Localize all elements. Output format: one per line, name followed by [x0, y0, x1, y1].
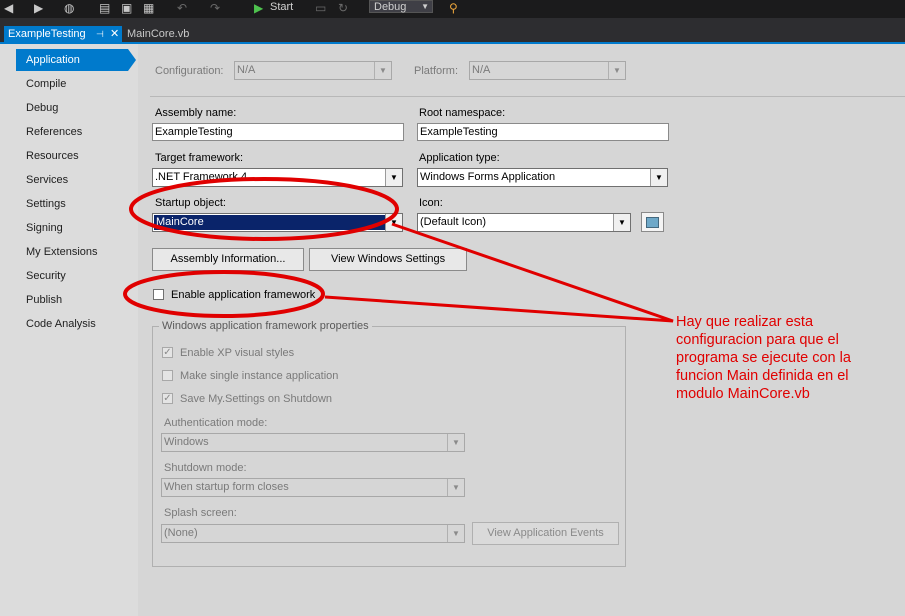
nav-item-debug[interactable]: Debug [26, 100, 58, 116]
assembly-name-input[interactable]: ExampleTesting [152, 123, 404, 141]
root-namespace-label: Root namespace: [419, 107, 506, 119]
splash-screen-label: Splash screen: [164, 507, 237, 519]
solution-configuration-dropdown[interactable]: Debug ▼ [369, 0, 433, 13]
splash-screen-value: (None) [164, 527, 198, 539]
application-type-label: Application type: [419, 152, 500, 164]
configuration-label: Configuration: [155, 65, 224, 77]
tab-exampletesting[interactable]: ExampleTesting ⊣ ✕ [4, 26, 122, 42]
redo-icon[interactable]: ↷ [210, 1, 220, 15]
shutdown-mode-dropdown: When startup form closes ▼ [161, 478, 465, 497]
target-framework-dropdown[interactable]: .NET Framework 4 ▼ [152, 168, 403, 187]
framework-properties-title: Windows application framework properties [159, 320, 372, 333]
authentication-mode-value: Windows [164, 436, 209, 448]
single-instance-label: Make single instance application [180, 370, 339, 382]
splash-screen-dropdown: (None) ▼ [161, 524, 465, 543]
chevron-down-icon: ▼ [374, 62, 391, 79]
shutdown-mode-value: When startup form closes [164, 481, 289, 493]
icon-value: (Default Icon) [420, 216, 487, 228]
shutdown-mode-label: Shutdown mode: [164, 462, 247, 474]
start-icon[interactable]: ▶ [254, 1, 263, 15]
chevron-down-icon: ▼ [608, 62, 625, 79]
annotation-note: Hay que realizar esta configuracion para… [676, 314, 851, 402]
attach-icon[interactable]: ▭ [315, 1, 326, 15]
target-framework-value: .NET Framework 4 [155, 171, 248, 183]
open-folder-icon[interactable]: ▤ [99, 1, 110, 15]
nav-item-compile[interactable]: Compile [26, 76, 66, 92]
chevron-down-icon: ▼ [650, 169, 667, 186]
nav-item-label: Application [26, 54, 80, 66]
nav-item-code-analysis[interactable]: Code Analysis [26, 316, 96, 332]
pin-icon[interactable]: ⊣ [96, 26, 104, 42]
find-icon[interactable]: ⚲ [449, 1, 458, 15]
chevron-down-icon: ▼ [385, 214, 402, 231]
window-icon [646, 217, 659, 228]
platform-value: N/A [472, 64, 491, 76]
authentication-mode-dropdown: Windows ▼ [161, 433, 465, 452]
nav-item-publish[interactable]: Publish [26, 292, 62, 308]
nav-item-references[interactable]: References [26, 124, 82, 140]
application-icon-preview [641, 212, 664, 232]
view-windows-settings-button[interactable]: View Windows Settings [309, 248, 467, 271]
target-framework-label: Target framework: [155, 152, 244, 164]
platform-dropdown: N/A ▼ [469, 61, 626, 80]
nav-item-signing[interactable]: Signing [26, 220, 63, 236]
enable-application-framework-checkbox[interactable] [153, 289, 164, 300]
nav-item-my-extensions[interactable]: My Extensions [26, 244, 98, 260]
toolbar: ◀ ▶ ◍ ▤ ▣ ▦ ↶ ↷ ▶ Start ▭ ↻ Debug ▼ ⚲ [0, 0, 905, 18]
refresh-icon[interactable]: ↻ [338, 1, 348, 15]
undo-icon[interactable]: ↶ [177, 1, 187, 15]
startup-object-dropdown[interactable]: MainCore ▼ [152, 213, 403, 232]
startup-object-label: Startup object: [155, 197, 226, 209]
chevron-down-icon: ▼ [613, 214, 630, 231]
root-namespace-input[interactable]: ExampleTesting [417, 123, 669, 141]
xp-visual-styles-checkbox: ✓ [162, 347, 173, 358]
icon-dropdown[interactable]: (Default Icon) ▼ [417, 213, 631, 232]
chevron-down-icon: ▼ [447, 525, 464, 542]
close-icon[interactable]: ✕ [110, 26, 119, 42]
startup-object-value: MainCore [154, 215, 386, 230]
configuration-value: N/A [237, 64, 256, 76]
start-button[interactable]: Start [270, 0, 293, 14]
view-application-events-button: View Application Events [472, 522, 619, 545]
chevron-down-icon: ▼ [421, 2, 429, 11]
application-type-dropdown[interactable]: Windows Forms Application ▼ [417, 168, 668, 187]
nav-active-indicator [128, 49, 136, 71]
single-instance-checkbox [162, 370, 173, 381]
save-settings-label: Save My.Settings on Shutdown [180, 393, 333, 405]
chevron-down-icon: ▼ [447, 479, 464, 496]
forward-icon[interactable]: ▶ [34, 1, 43, 15]
nav-item-services[interactable]: Services [26, 172, 68, 188]
chevron-down-icon: ▼ [447, 434, 464, 451]
chevron-down-icon: ▼ [385, 169, 402, 186]
authentication-mode-label: Authentication mode: [164, 417, 268, 429]
tab-maincore-vb[interactable]: MainCore.vb [127, 26, 189, 42]
back-icon[interactable]: ◀ [4, 1, 13, 15]
save-all-icon[interactable]: ▦ [143, 1, 154, 15]
nav-item-security[interactable]: Security [26, 268, 66, 284]
assembly-name-label: Assembly name: [155, 107, 237, 119]
configuration-dropdown: N/A ▼ [234, 61, 392, 80]
solution-configuration-value: Debug [374, 1, 407, 13]
application-type-value: Windows Forms Application [420, 171, 556, 183]
enable-application-framework-label: Enable application framework [171, 289, 316, 301]
icon-label: Icon: [419, 197, 443, 209]
divider [150, 96, 905, 97]
assembly-information-button[interactable]: Assembly Information... [152, 248, 304, 271]
save-icon[interactable]: ▣ [121, 1, 132, 15]
save-settings-checkbox: ✓ [162, 393, 173, 404]
tab-title: ExampleTesting [8, 28, 86, 40]
platform-label: Platform: [414, 65, 459, 77]
globe-icon[interactable]: ◍ [64, 1, 74, 15]
nav-item-settings[interactable]: Settings [26, 196, 66, 212]
nav-item-resources[interactable]: Resources [26, 148, 79, 164]
xp-visual-styles-label: Enable XP visual styles [180, 347, 295, 359]
